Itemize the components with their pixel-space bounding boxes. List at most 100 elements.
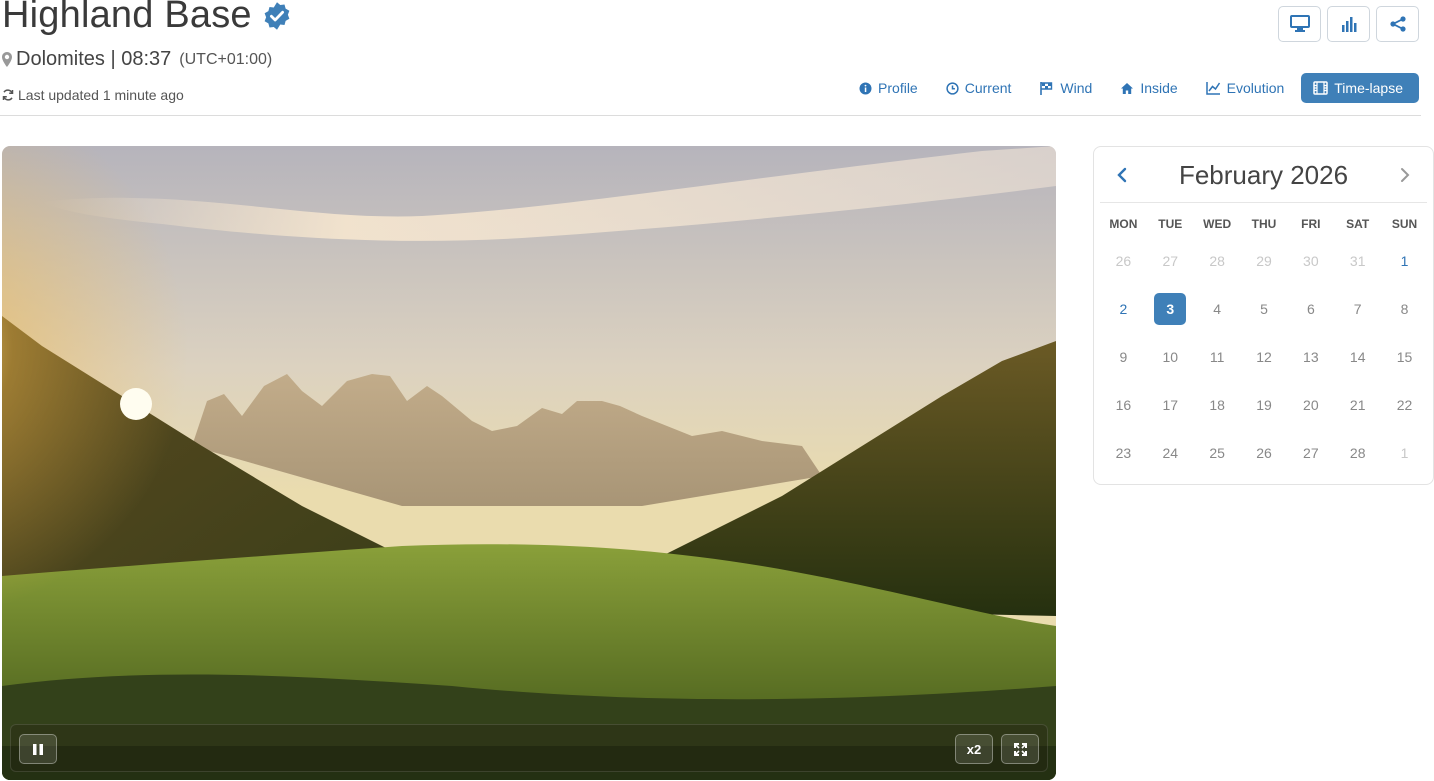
station-nav: Profile Current Wind Inside Evolution Ti… (848, 73, 1419, 103)
weekday-header: SAT (1346, 217, 1370, 231)
calendar-day-number: 8 (1400, 301, 1409, 317)
station-title: Highland Base (2, 0, 292, 37)
calendar-day: 19 (1241, 381, 1288, 429)
calendar-day: 27 (1287, 429, 1334, 477)
calendar-day: 30 (1287, 237, 1334, 285)
map-marker-icon (2, 52, 12, 67)
calendar-day: 28 (1194, 237, 1241, 285)
speed-button[interactable]: x2 (955, 734, 993, 764)
tab-evolution[interactable]: Evolution (1195, 73, 1296, 103)
calendar-day: 9 (1100, 333, 1147, 381)
calendar-day: 20 (1287, 381, 1334, 429)
calendar-day: 14 (1334, 333, 1381, 381)
line-chart-icon (1205, 82, 1220, 95)
calendar-day-number: 20 (1303, 397, 1319, 413)
player-controls: x2 (10, 724, 1048, 772)
tab-current[interactable]: Current (935, 73, 1023, 103)
calendar-day-number: 9 (1119, 349, 1128, 365)
calendar-day-number: 28 (1349, 445, 1366, 461)
last-updated-text: Last updated 1 minute ago (18, 87, 184, 103)
tab-current-label: Current (964, 80, 1012, 96)
chevron-left-icon (1117, 167, 1127, 183)
calendar-day-number: 21 (1349, 397, 1366, 413)
calendar-day: 15 (1381, 333, 1428, 381)
calendar-day-number: 11 (1209, 349, 1225, 365)
calendar-day-number: 26 (1115, 253, 1132, 269)
tab-profile-label: Profile (878, 80, 918, 96)
time-lapse-image (2, 146, 1056, 780)
last-updated: Last updated 1 minute ago (2, 87, 184, 103)
calendar-day: 23 (1100, 429, 1147, 477)
monitor-icon (1289, 15, 1310, 32)
calendar-day: 31 (1334, 237, 1381, 285)
weekday-header: SUN (1391, 217, 1418, 231)
tab-profile[interactable]: Profile (848, 73, 929, 103)
calendar-day-number: 16 (1115, 397, 1132, 413)
calendar-day[interactable]: 1 (1381, 237, 1428, 285)
calendar-day: 18 (1194, 381, 1241, 429)
calendar-day: 21 (1334, 381, 1381, 429)
calendar-day: 10 (1147, 333, 1194, 381)
chevron-right-icon (1401, 168, 1410, 182)
calendar-day-number: 19 (1256, 397, 1272, 413)
pause-button[interactable] (19, 734, 57, 764)
calendar-day-number: 17 (1162, 397, 1179, 413)
calendar-day[interactable]: 2 (1100, 285, 1147, 333)
calendar-day: 8 (1381, 285, 1428, 333)
header-divider (0, 115, 1421, 116)
calendar-day-number: 23 (1115, 445, 1132, 461)
calendar-day: 25 (1194, 429, 1241, 477)
calendar-day-number: 5 (1260, 301, 1268, 317)
share-icon (1389, 16, 1406, 32)
calendar-day-number: 4 (1213, 301, 1222, 317)
tab-evolution-label: Evolution (1226, 80, 1285, 96)
fullscreen-icon (1013, 742, 1027, 756)
calendar-day-number: 14 (1349, 349, 1366, 365)
calendar-day-number: 27 (1162, 253, 1179, 269)
calendar-day-number: 18 (1209, 397, 1225, 413)
info-icon (859, 82, 872, 94)
toolbar (1278, 6, 1419, 42)
weekday-header: TUE (1158, 217, 1183, 231)
display-button[interactable] (1278, 6, 1321, 42)
calendar-day-number: 30 (1303, 253, 1319, 269)
calendar-day: 5 (1241, 285, 1288, 333)
tab-time-lapse-label: Time-lapse (1334, 80, 1403, 96)
calendar-day-number: 12 (1256, 349, 1272, 365)
tab-time-lapse[interactable]: Time-lapse (1301, 73, 1419, 103)
tab-wind[interactable]: Wind (1028, 73, 1103, 103)
next-month-button[interactable] (1395, 165, 1415, 185)
calendar-day: 11 (1194, 333, 1241, 381)
fullscreen-button[interactable] (1001, 734, 1039, 764)
calendar-day-number: 1 (1400, 253, 1409, 269)
prev-month-button[interactable] (1112, 165, 1132, 185)
calendar-day: 13 (1287, 333, 1334, 381)
calendar-day: 26 (1100, 237, 1147, 285)
film-icon (1313, 81, 1329, 95)
calendar-day[interactable]: 3 (1147, 285, 1194, 333)
station-location: Dolomites | 08:37 (UTC+01:00) (2, 48, 272, 71)
calendar-divider (1100, 202, 1427, 203)
calendar-day-number: 22 (1396, 397, 1413, 413)
tab-inside[interactable]: Inside (1109, 73, 1188, 103)
flag-icon (1040, 81, 1053, 95)
calendar-header: February 2026 (1094, 147, 1433, 203)
verified-badge-icon (264, 1, 290, 30)
calendar-day: 26 (1241, 429, 1288, 477)
calendar-day-number: 3 (1154, 293, 1187, 325)
calendar-day-number: 15 (1396, 349, 1413, 365)
stats-button[interactable] (1327, 6, 1370, 42)
clock-icon (946, 81, 959, 95)
location-time: Dolomites | 08:37 (16, 48, 172, 70)
home-icon (1121, 82, 1134, 94)
share-button[interactable] (1376, 6, 1419, 42)
calendar-day: 4 (1194, 285, 1241, 333)
calendar-day-number: 7 (1353, 301, 1362, 317)
calendar-day-number: 31 (1349, 253, 1366, 269)
station-name: Highland Base (2, 0, 252, 36)
time-lapse-player[interactable]: x2 (2, 146, 1056, 780)
calendar-day-number: 2 (1119, 301, 1128, 317)
bar-chart-icon (1341, 17, 1356, 32)
calendar-day: 29 (1241, 237, 1288, 285)
weekday-header: FRI (1301, 217, 1321, 231)
